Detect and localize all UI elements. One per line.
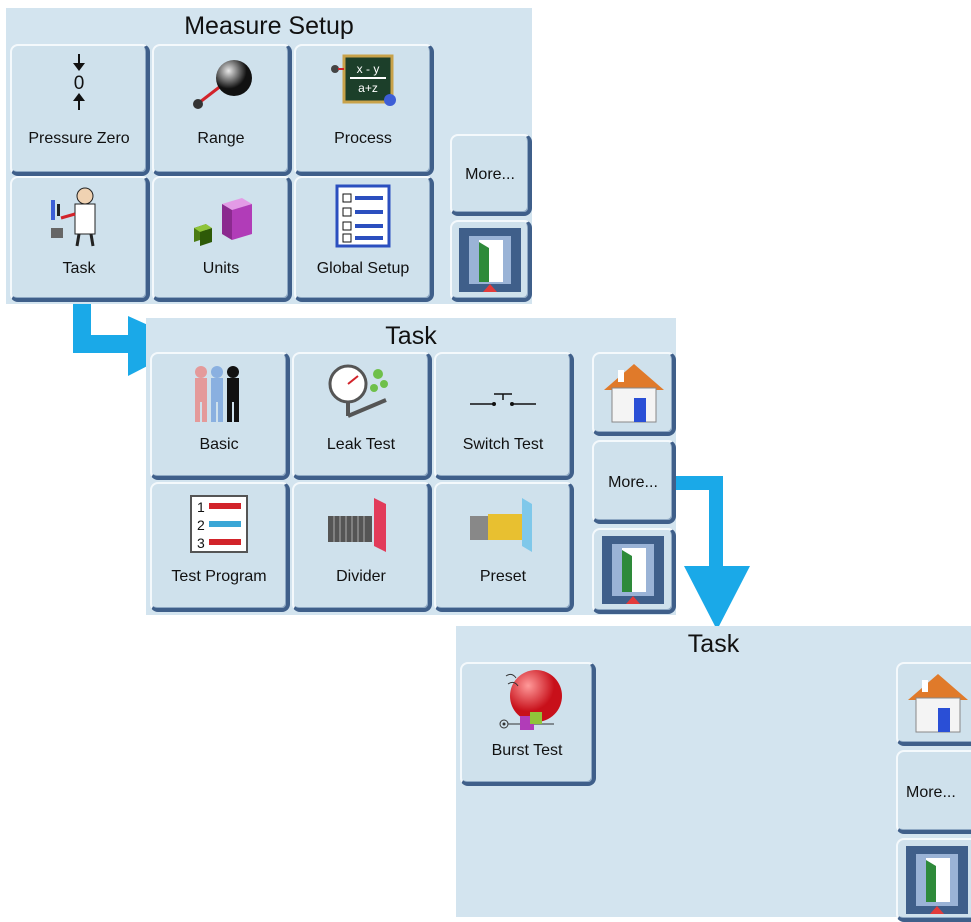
button-label: Units [202,260,240,277]
test-program-button[interactable]: 1 2 3 Test Program [150,482,290,612]
preset-icon [470,498,532,552]
button-label: Burst Test [491,742,563,759]
global-setup-button[interactable]: Global Setup [294,176,434,302]
technician-icon [51,187,96,247]
more-button[interactable]: More... [592,440,676,524]
exit-button[interactable] [450,220,532,302]
pressure-zero-button[interactable]: 0 Pressure Zero [10,44,150,176]
svg-text:x - y: x - y [357,62,380,76]
button-label: More... [465,166,515,183]
button-label: Switch Test [462,436,544,453]
measure-setup-screen: Measure Setup 0 Pressure Zero Range x - … [6,8,532,304]
button-label: Process [334,130,392,147]
task-screen-page-2: Task Burst Test More... [456,626,971,922]
burst-test-button[interactable]: Burst Test [460,662,596,786]
numbered-list-icon: 1 2 3 [190,495,248,553]
screen-title: Measure Setup [184,12,354,40]
exit-door-icon [602,536,664,604]
task-button[interactable]: Task [10,176,150,302]
range-ball-icon [193,60,252,109]
home-icon [908,674,968,733]
process-button[interactable]: x - y a+z Process [294,44,434,176]
svg-text:a+z: a+z [358,81,378,95]
button-label: Range [197,130,245,147]
svg-text:1: 1 [197,499,205,515]
gauge-icon [328,364,388,418]
button-label: Task [62,260,96,277]
button-label: Divider [336,568,386,585]
burst-balloon-icon [499,670,562,730]
people-icon [195,366,239,422]
svg-text:2: 2 [197,517,205,533]
home-button[interactable] [592,352,676,436]
button-label: Test Program [171,568,267,585]
button-label: Basic [199,436,239,453]
home-icon [604,364,664,423]
zero-arrows-icon: 0 [73,54,85,110]
exit-button[interactable] [592,528,676,614]
button-label: Preset [479,568,527,585]
divider-button[interactable]: Divider [292,482,432,612]
divider-icon [328,498,386,552]
zero-digit: 0 [74,73,85,94]
button-label: More... [608,474,658,491]
screen-title: Task [385,322,437,350]
more-button[interactable]: More... [896,750,971,834]
home-button[interactable] [896,662,971,746]
exit-button[interactable] [896,838,971,922]
basic-button[interactable]: Basic [150,352,290,480]
preset-button[interactable]: Preset [434,482,574,612]
leak-test-button[interactable]: Leak Test [292,352,432,480]
switch-icon [470,393,536,406]
units-button[interactable]: Units [152,176,292,302]
button-label: Global Setup [316,260,410,277]
button-label: Pressure Zero [28,130,130,147]
button-label: Leak Test [326,436,396,453]
checklist-icon [335,184,391,248]
range-button[interactable]: Range [152,44,292,176]
units-cubes-icon [194,198,252,246]
exit-door-icon [459,228,521,292]
svg-text:3: 3 [197,535,205,551]
more-button[interactable]: More... [450,134,532,216]
screen-title: Task [687,630,740,658]
process-formula-icon: x - y a+z [331,54,396,106]
button-label: More... [906,784,956,801]
task-screen: Task Basic Leak Test Switch Test 1 2 3 T… [146,318,676,615]
switch-test-button[interactable]: Switch Test [434,352,574,480]
exit-door-icon [906,846,968,914]
